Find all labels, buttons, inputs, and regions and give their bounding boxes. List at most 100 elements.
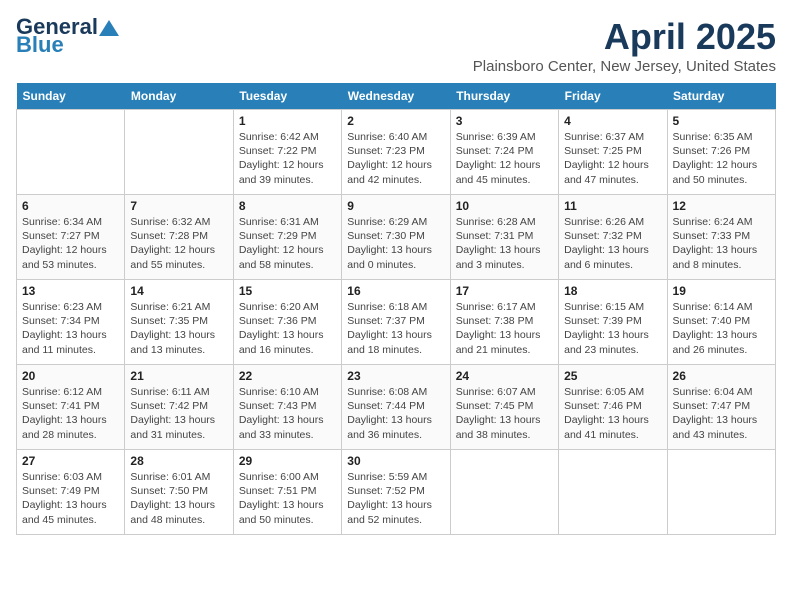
day-info: Sunrise: 6:24 AMSunset: 7:33 PMDaylight:…	[673, 215, 770, 272]
calendar-cell: 1 Sunrise: 6:42 AMSunset: 7:22 PMDaylight…	[233, 110, 341, 195]
day-number: 20	[22, 369, 119, 383]
day-info: Sunrise: 6:05 AMSunset: 7:46 PMDaylight:…	[564, 385, 661, 442]
day-info: Sunrise: 5:59 AMSunset: 7:52 PMDaylight:…	[347, 470, 444, 527]
day-info: Sunrise: 6:42 AMSunset: 7:22 PMDaylight:…	[239, 130, 336, 187]
calendar-cell: 10 Sunrise: 6:28 AMSunset: 7:31 PMDayligh…	[450, 195, 558, 280]
day-number: 9	[347, 199, 444, 213]
day-number: 14	[130, 284, 227, 298]
day-info: Sunrise: 6:31 AMSunset: 7:29 PMDaylight:…	[239, 215, 336, 272]
calendar-cell: 2Sunrise: 6:40 AMSunset: 7:23 PMDaylight…	[342, 110, 450, 195]
weekday-header-row: SundayMondayTuesdayWednesdayThursdayFrid…	[17, 83, 776, 110]
page-header: General Blue April 2025 Plainsboro Cente…	[16, 16, 776, 75]
logo: General Blue	[16, 16, 119, 56]
calendar-cell: 19 Sunrise: 6:14 AMSunset: 7:40 PMDayligh…	[667, 280, 775, 365]
day-info: Sunrise: 6:37 AMSunset: 7:25 PMDaylight:…	[564, 130, 661, 187]
day-number: 13	[22, 284, 119, 298]
weekday-header-saturday: Saturday	[667, 83, 775, 110]
weekday-header-sunday: Sunday	[17, 83, 125, 110]
day-info: Sunrise: 6:17 AMSunset: 7:38 PMDaylight:…	[456, 300, 553, 357]
day-number: 8	[239, 199, 336, 213]
week-row-5: 27 Sunrise: 6:03 AMSunset: 7:49 PMDayligh…	[17, 450, 776, 535]
calendar-cell: 23Sunrise: 6:08 AMSunset: 7:44 PMDayligh…	[342, 365, 450, 450]
weekday-header-wednesday: Wednesday	[342, 83, 450, 110]
day-info: Sunrise: 6:21 AMSunset: 7:35 PMDaylight:…	[130, 300, 227, 357]
day-info: Sunrise: 6:34 AMSunset: 7:27 PMDaylight:…	[22, 215, 119, 272]
day-number: 27	[22, 454, 119, 468]
day-info: Sunrise: 6:07 AMSunset: 7:45 PMDaylight:…	[456, 385, 553, 442]
day-info: Sunrise: 6:03 AMSunset: 7:49 PMDaylight:…	[22, 470, 119, 527]
calendar-cell: 9 Sunrise: 6:29 AMSunset: 7:30 PMDaylight…	[342, 195, 450, 280]
calendar-cell: 27 Sunrise: 6:03 AMSunset: 7:49 PMDayligh…	[17, 450, 125, 535]
day-info: Sunrise: 6:32 AMSunset: 7:28 PMDaylight:…	[130, 215, 227, 272]
day-info: Sunrise: 6:01 AMSunset: 7:50 PMDaylight:…	[130, 470, 227, 527]
calendar-cell	[559, 450, 667, 535]
weekday-header-friday: Friday	[559, 83, 667, 110]
day-info: Sunrise: 6:15 AMSunset: 7:39 PMDaylight:…	[564, 300, 661, 357]
day-number: 29	[239, 454, 336, 468]
calendar-cell	[125, 110, 233, 195]
weekday-header-thursday: Thursday	[450, 83, 558, 110]
calendar-cell: 6 Sunrise: 6:34 AMSunset: 7:27 PMDaylight…	[17, 195, 125, 280]
day-number: 24	[456, 369, 553, 383]
day-info: Sunrise: 6:18 AMSunset: 7:37 PMDaylight:…	[347, 300, 444, 357]
day-info: Sunrise: 6:29 AMSunset: 7:30 PMDaylight:…	[347, 215, 444, 272]
calendar-cell	[17, 110, 125, 195]
day-number: 10	[456, 199, 553, 213]
calendar-cell: 5Sunrise: 6:35 AMSunset: 7:26 PMDaylight…	[667, 110, 775, 195]
title-block: April 2025 Plainsboro Center, New Jersey…	[473, 16, 776, 75]
day-number: 6	[22, 199, 119, 213]
calendar-cell: 22 Sunrise: 6:10 AMSunset: 7:43 PMDayligh…	[233, 365, 341, 450]
location-title: Plainsboro Center, New Jersey, United St…	[473, 58, 776, 75]
calendar-cell: 7Sunrise: 6:32 AMSunset: 7:28 PMDaylight…	[125, 195, 233, 280]
calendar-cell	[667, 450, 775, 535]
day-info: Sunrise: 6:14 AMSunset: 7:40 PMDaylight:…	[673, 300, 770, 357]
day-number: 4	[564, 114, 661, 128]
day-number: 25	[564, 369, 661, 383]
day-info: Sunrise: 6:39 AMSunset: 7:24 PMDaylight:…	[456, 130, 553, 187]
calendar-cell: 17 Sunrise: 6:17 AMSunset: 7:38 PMDayligh…	[450, 280, 558, 365]
day-number: 12	[673, 199, 770, 213]
day-number: 11	[564, 199, 661, 213]
week-row-4: 20Sunrise: 6:12 AMSunset: 7:41 PMDayligh…	[17, 365, 776, 450]
day-info: Sunrise: 6:00 AMSunset: 7:51 PMDaylight:…	[239, 470, 336, 527]
day-info: Sunrise: 6:26 AMSunset: 7:32 PMDaylight:…	[564, 215, 661, 272]
weekday-header-tuesday: Tuesday	[233, 83, 341, 110]
day-info: Sunrise: 6:08 AMSunset: 7:44 PMDaylight:…	[347, 385, 444, 442]
calendar-cell: 30Sunrise: 5:59 AMSunset: 7:52 PMDayligh…	[342, 450, 450, 535]
calendar-cell: 16 Sunrise: 6:18 AMSunset: 7:37 PMDayligh…	[342, 280, 450, 365]
calendar-cell: 29 Sunrise: 6:00 AMSunset: 7:51 PMDayligh…	[233, 450, 341, 535]
day-info: Sunrise: 6:23 AMSunset: 7:34 PMDaylight:…	[22, 300, 119, 357]
calendar-cell: 14 Sunrise: 6:21 AMSunset: 7:35 PMDayligh…	[125, 280, 233, 365]
logo-blue-text: Blue	[16, 34, 64, 56]
day-number: 22	[239, 369, 336, 383]
week-row-3: 13 Sunrise: 6:23 AMSunset: 7:34 PMDayligh…	[17, 280, 776, 365]
calendar-cell: 3 Sunrise: 6:39 AMSunset: 7:24 PMDaylight…	[450, 110, 558, 195]
calendar-cell: 28 Sunrise: 6:01 AMSunset: 7:50 PMDayligh…	[125, 450, 233, 535]
calendar-cell: 11 Sunrise: 6:26 AMSunset: 7:32 PMDayligh…	[559, 195, 667, 280]
day-number: 21	[130, 369, 227, 383]
calendar-cell: 18Sunrise: 6:15 AMSunset: 7:39 PMDayligh…	[559, 280, 667, 365]
day-info: Sunrise: 6:10 AMSunset: 7:43 PMDaylight:…	[239, 385, 336, 442]
day-info: Sunrise: 6:04 AMSunset: 7:47 PMDaylight:…	[673, 385, 770, 442]
logo-icon	[99, 20, 119, 36]
day-number: 19	[673, 284, 770, 298]
day-number: 17	[456, 284, 553, 298]
month-title: April 2025	[473, 16, 776, 58]
calendar-cell: 15 Sunrise: 6:20 AMSunset: 7:36 PMDayligh…	[233, 280, 341, 365]
day-number: 1	[239, 114, 336, 128]
calendar-cell: 8 Sunrise: 6:31 AMSunset: 7:29 PMDaylight…	[233, 195, 341, 280]
calendar-table: SundayMondayTuesdayWednesdayThursdayFrid…	[16, 83, 776, 535]
calendar-cell: 20Sunrise: 6:12 AMSunset: 7:41 PMDayligh…	[17, 365, 125, 450]
day-number: 3	[456, 114, 553, 128]
calendar-cell: 24 Sunrise: 6:07 AMSunset: 7:45 PMDayligh…	[450, 365, 558, 450]
day-number: 15	[239, 284, 336, 298]
day-number: 16	[347, 284, 444, 298]
calendar-cell: 26Sunrise: 6:04 AMSunset: 7:47 PMDayligh…	[667, 365, 775, 450]
day-info: Sunrise: 6:20 AMSunset: 7:36 PMDaylight:…	[239, 300, 336, 357]
calendar-cell	[450, 450, 558, 535]
day-info: Sunrise: 6:28 AMSunset: 7:31 PMDaylight:…	[456, 215, 553, 272]
calendar-cell: 25 Sunrise: 6:05 AMSunset: 7:46 PMDayligh…	[559, 365, 667, 450]
calendar-cell: 21Sunrise: 6:11 AMSunset: 7:42 PMDayligh…	[125, 365, 233, 450]
calendar-cell: 13 Sunrise: 6:23 AMSunset: 7:34 PMDayligh…	[17, 280, 125, 365]
day-number: 28	[130, 454, 227, 468]
